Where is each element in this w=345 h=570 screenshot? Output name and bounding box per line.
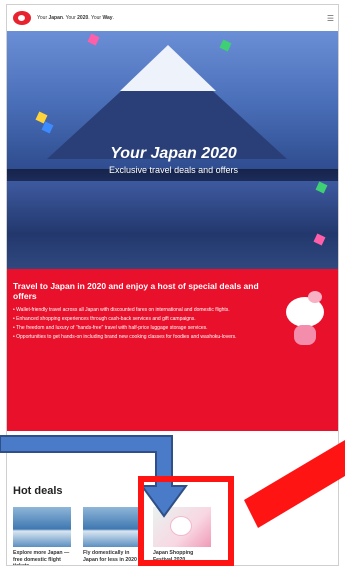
hero-title: Your Japan 2020: [110, 145, 237, 162]
list-item: Opportunities to get hands-on including …: [13, 334, 263, 341]
highlight-box: [138, 476, 234, 566]
mount-fuji-snowcap: [120, 45, 216, 91]
list-item: The freedom and luxury of "hands-free" t…: [13, 325, 263, 332]
hot-deals-title: Hot deals: [13, 485, 63, 497]
list-item: Wallet-friendly travel across all Japan …: [13, 307, 263, 314]
deal-card[interactable]: Fly domestically in Japan for less in 20…: [83, 507, 141, 563]
deal-label[interactable]: Explore more Japan —free domestic flight…: [13, 550, 71, 565]
jnto-logo-icon[interactable]: [13, 11, 31, 25]
hamburger-icon[interactable]: ☰: [327, 14, 334, 23]
deal-card[interactable]: Explore more Japan —free domestic flight…: [13, 507, 71, 565]
confetti-pink: [87, 33, 100, 46]
site-tagline: Your Japan. Your 2020. Your Way.: [37, 15, 114, 21]
promo-section: Travel to Japan in 2020 and enjoy a host…: [7, 269, 338, 431]
hello-kitty-mascot-image: [282, 291, 328, 347]
list-item: Enhanced shopping experiences through ca…: [13, 316, 263, 323]
lake-reflection: [7, 181, 338, 269]
deal-image-ship[interactable]: [13, 507, 71, 547]
promo-list: Wallet-friendly travel across all Japan …: [13, 307, 263, 341]
site-header: Your Japan. Your 2020. Your Way. ☰: [7, 5, 338, 31]
hero-banner: Your Japan 2020 Exclusive travel deals a…: [7, 31, 338, 269]
deal-image-ship[interactable]: [83, 507, 141, 547]
promo-heading: Travel to Japan in 2020 and enjoy a host…: [13, 281, 259, 301]
deal-label[interactable]: Fly domestically in Japan for less in 20…: [83, 550, 141, 563]
hero-subtitle: Exclusive travel deals and offers: [109, 165, 238, 175]
